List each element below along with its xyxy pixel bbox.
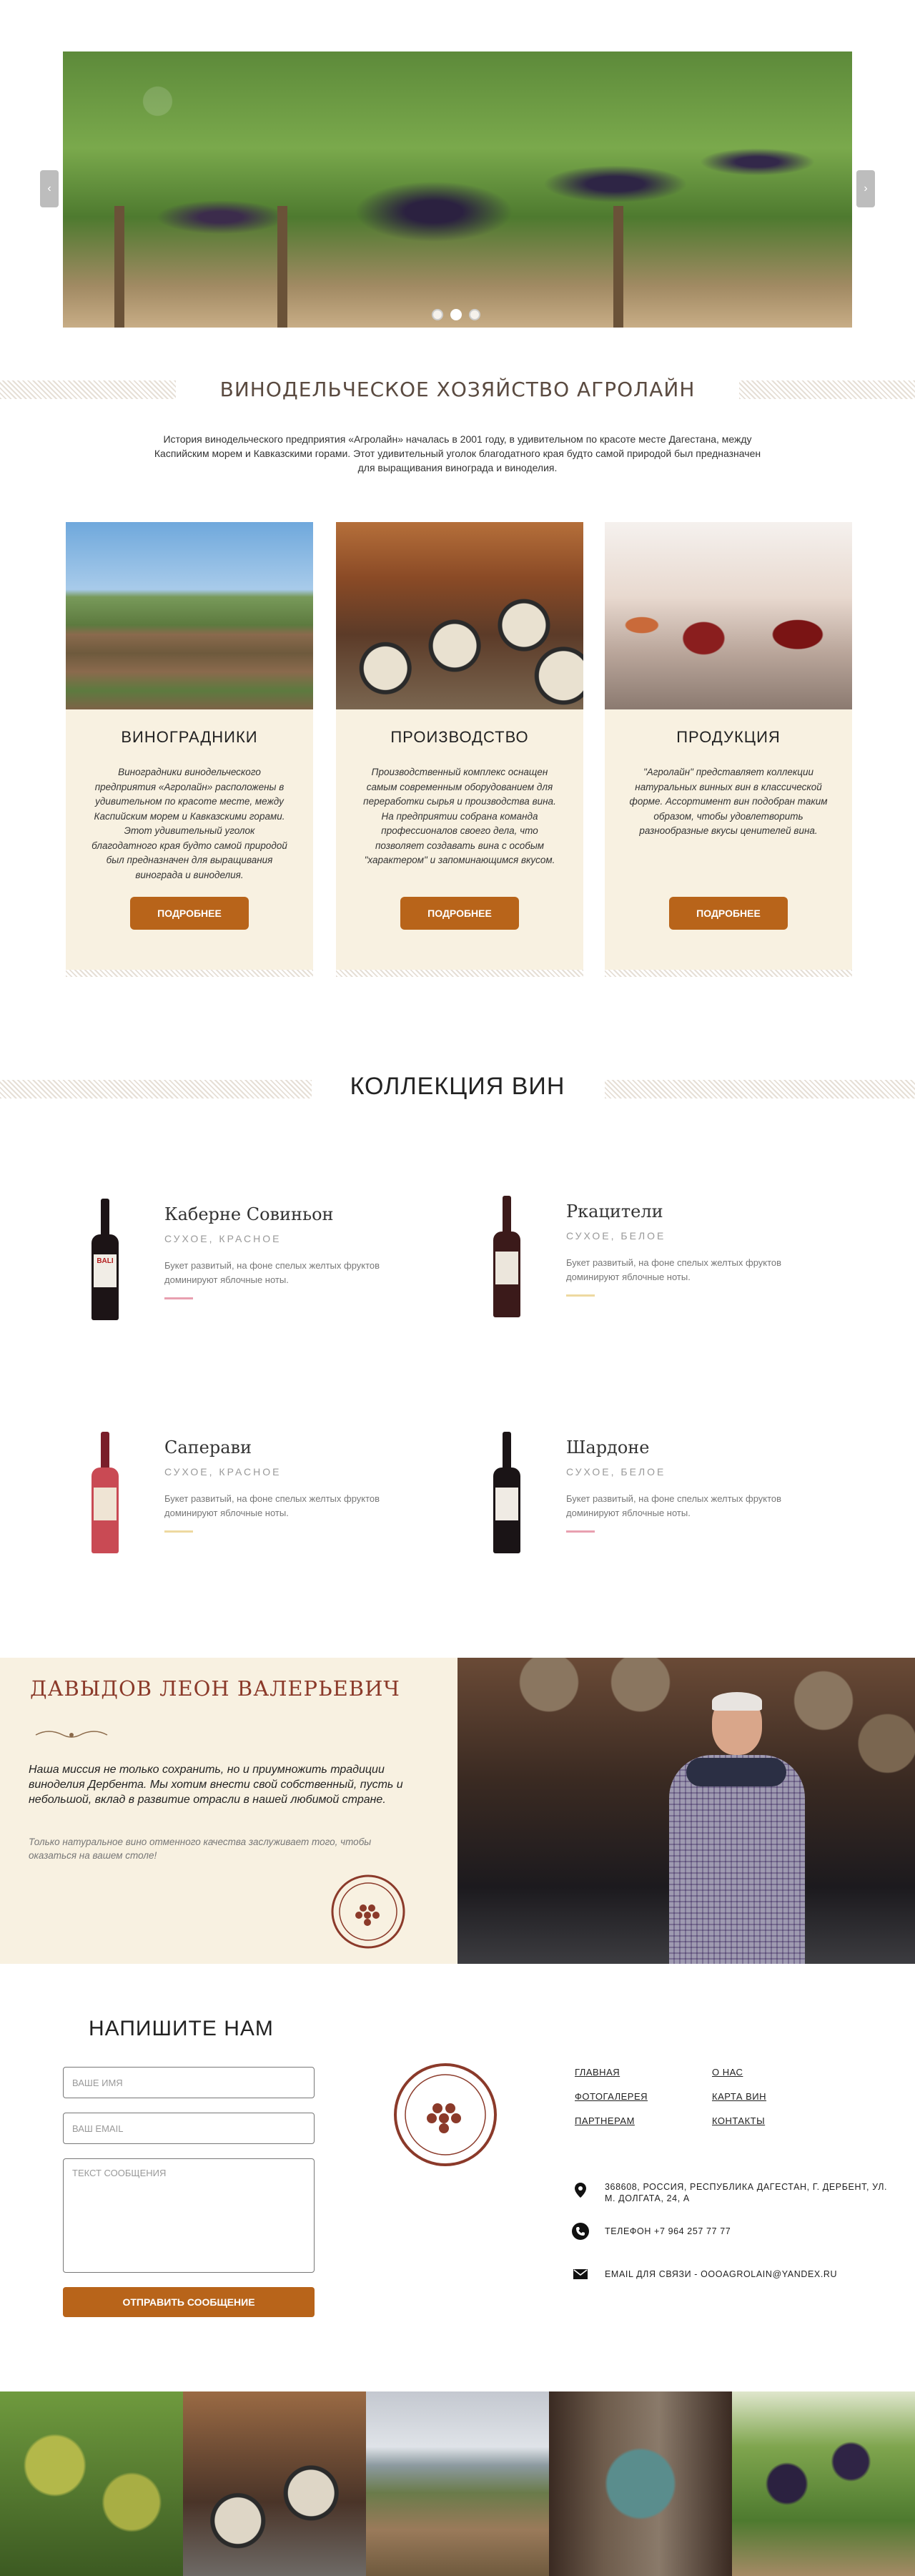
wine-item[interactable]: BALI Каберне Совиньон СУХОЕ, КРАСНОЕ Бук… <box>63 1199 463 1370</box>
wine-description: Букет развитый, на фоне спелых желтых фр… <box>164 1493 380 1518</box>
bottle-label: BALI <box>94 1254 117 1287</box>
wine-bottle-image <box>493 1196 520 1317</box>
wine-accent-line <box>164 1530 193 1533</box>
phone-icon <box>572 2223 589 2240</box>
ornament-icon <box>35 1731 108 1738</box>
slider-dot[interactable] <box>432 309 443 320</box>
vineyard-photo <box>66 522 313 709</box>
message-field[interactable]: ТЕКСТ СООБЩЕНИЯ <box>63 2158 315 2273</box>
wine-accent-line <box>164 1297 193 1299</box>
slider-dot[interactable] <box>469 309 480 320</box>
location-pin-icon <box>575 2183 586 2198</box>
address-text: 368608, РОССИЯ, РЕСПУБЛИКА ДАГЕСТАН, Г. … <box>605 2182 888 2203</box>
founder-quote: Только натуральное вино отменного качест… <box>29 1837 372 1861</box>
wine-item[interactable]: Шардоне СУХОЕ, БЕЛОЕ Букет развитый, на … <box>465 1432 865 1603</box>
wine-type: СУХОЕ, КРАСНОЕ <box>164 1466 282 1478</box>
wine-bottle-image: BALI <box>92 1199 119 1320</box>
email-field[interactable]: ВАШ EMAIL <box>63 2113 315 2144</box>
nav-gallery-link[interactable]: ФОТОГАЛЕРЕЯ <box>575 2091 648 2102</box>
more-button[interactable]: ПОДРОБНЕЕ <box>669 897 788 930</box>
wine-name: Ркацители <box>566 1201 663 1221</box>
name-field[interactable]: ВАШЕ ИМЯ <box>63 2067 315 2098</box>
slider-prev-button[interactable]: ‹ <box>40 170 59 207</box>
card-title: ПРОИЗВОДСТВО <box>390 728 529 746</box>
gallery-photo[interactable] <box>183 2391 366 2576</box>
gallery-photo[interactable] <box>0 2391 183 2576</box>
about-title: ВИНОДЕЛЬЧЕСКОЕ ХОЗЯЙСТВО АГРОЛАЙН <box>219 378 696 401</box>
contact-title: НАПИШИТЕ НАМ <box>89 2017 274 2040</box>
card-production: ПРОИЗВОДСТВО Производственный комплекс о… <box>336 522 583 977</box>
slider-dot[interactable] <box>450 309 462 320</box>
vine-trunk <box>613 206 623 328</box>
submit-button[interactable]: ОТПРАВИТЬ СООБЩЕНИЕ <box>63 2287 315 2317</box>
wine-type: СУХОЕ, БЕЛОЕ <box>566 1466 666 1478</box>
wine-name: Саперави <box>164 1437 252 1457</box>
wine-accent-line <box>566 1294 595 1297</box>
nav-contacts-link[interactable]: КОНТАКТЫ <box>712 2115 765 2126</box>
wine-bottle-image <box>92 1432 119 1553</box>
email-text: EMAIL ДЛЯ СВЯЗИ - OOOAGROLAIN@YANDEX.RU <box>605 2269 838 2279</box>
card-text: Виноградники винодельческого предприятия… <box>92 767 287 880</box>
collection-title: КОЛЛЕКЦИЯ ВИН <box>350 1073 565 1100</box>
founder-photo <box>458 1658 915 1964</box>
founder-mission: Наша миссия не только сохранить, но и пр… <box>29 1764 403 1806</box>
vine-trunk <box>114 206 124 328</box>
about-text: История винодельческого предприятия «Агр… <box>154 433 761 473</box>
card-text: "Агролайн" представляет коллекции натура… <box>629 767 828 836</box>
email-icon <box>573 2269 588 2279</box>
slider-next-button[interactable]: › <box>856 170 875 207</box>
hero-slider <box>63 51 852 328</box>
card-title: ПРОДУКЦИЯ <box>676 728 781 746</box>
wine-type: СУХОЕ, БЕЛОЕ <box>566 1230 666 1242</box>
wine-glasses-photo <box>605 522 852 709</box>
phone-text: ТЕЛЕФОН +7 964 257 77 77 <box>605 2226 731 2236</box>
winery-seal-icon <box>331 1874 405 1949</box>
card-text: Производственный комплекс оснащен самым … <box>363 767 556 865</box>
wine-name: Шардоне <box>566 1437 650 1457</box>
chevron-right-icon: › <box>864 182 868 195</box>
wine-bottle-image <box>493 1432 520 1553</box>
founder-section: ДАВЫДОВ ЛЕОН ВАЛЕРЬЕВИЧ Наша миссия не т… <box>0 1658 458 1964</box>
nav-home-link[interactable]: ГЛАВНАЯ <box>575 2067 620 2078</box>
nav-partners-link[interactable]: ПАРТНЕРАМ <box>575 2115 635 2126</box>
more-button[interactable]: ПОДРОБНЕЕ <box>130 897 249 930</box>
founder-name: ДАВЫДОВ ЛЕОН ВАЛЕРЬЕВИЧ <box>30 1676 400 1701</box>
wine-item[interactable]: Саперави СУХОЕ, КРАСНОЕ Букет развитый, … <box>63 1432 463 1603</box>
wine-item[interactable]: Ркацители СУХОЕ, БЕЛОЕ Букет развитый, н… <box>465 1196 865 1367</box>
winery-logo-seal <box>394 2063 497 2166</box>
vine-trunk <box>277 206 287 328</box>
nav-about-link[interactable]: О НАС <box>712 2067 743 2078</box>
wine-accent-line <box>566 1530 595 1533</box>
barrels-photo <box>336 522 583 709</box>
gallery-photo[interactable] <box>549 2391 732 2576</box>
hatch-divider <box>336 970 583 977</box>
wine-name: Каберне Совиньон <box>164 1204 334 1224</box>
card-title: ВИНОГРАДНИКИ <box>121 728 258 746</box>
wine-description: Букет развитый, на фоне спелых желтых фр… <box>566 1257 782 1282</box>
chevron-left-icon: ‹ <box>47 182 51 195</box>
wine-description: Букет развитый, на фоне спелых желтых фр… <box>566 1493 782 1518</box>
wine-type: СУХОЕ, КРАСНОЕ <box>164 1233 282 1244</box>
nav-wine-map-link[interactable]: КАРТА ВИН <box>712 2091 766 2102</box>
hatch-divider <box>605 970 852 977</box>
gallery-photo[interactable] <box>732 2391 915 2576</box>
gallery-photo[interactable] <box>366 2391 549 2576</box>
card-products: ПРОДУКЦИЯ "Агролайн" представляет коллек… <box>605 522 852 977</box>
wine-description: Букет развитый, на фоне спелых желтых фр… <box>164 1260 380 1285</box>
hatch-divider <box>66 970 313 977</box>
more-button[interactable]: ПОДРОБНЕЕ <box>400 897 519 930</box>
card-vineyards: ВИНОГРАДНИКИ Виноградники винодельческог… <box>66 522 313 977</box>
slider-dots <box>432 309 480 320</box>
